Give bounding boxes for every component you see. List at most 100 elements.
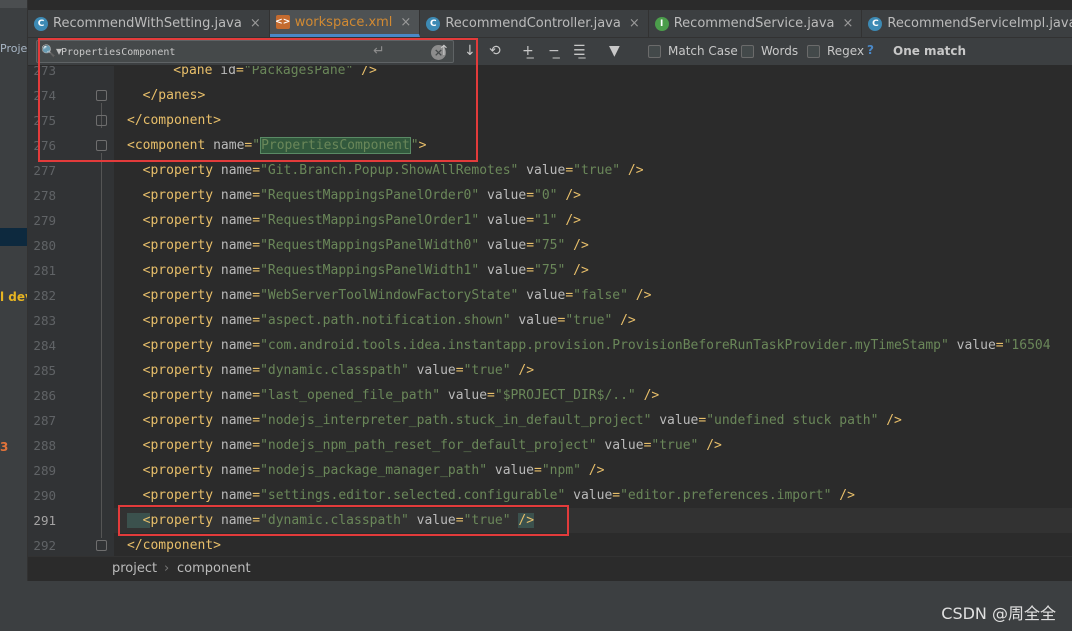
code-token: "false" <box>573 288 628 303</box>
code-line[interactable]: <component name="PropertiesComponent"> <box>127 133 426 158</box>
line-number[interactable]: 291 <box>28 508 56 533</box>
code-line[interactable]: </panes> <box>127 83 206 108</box>
code-token: = <box>252 238 261 253</box>
next-occurrence-icon[interactable]: ↓ <box>464 42 476 60</box>
match-case-label[interactable]: Match Case <box>668 44 738 58</box>
code-token: "editor.preferences.import" <box>620 488 832 503</box>
code-line[interactable]: <property name="dynamic.classpath" value… <box>127 508 535 533</box>
line-number[interactable]: 286 <box>28 383 56 408</box>
code-line[interactable]: <property name="nodejs_npm_path_reset_fo… <box>127 433 722 458</box>
line-number[interactable]: 287 <box>28 408 56 433</box>
match-case-checkbox[interactable] <box>648 45 661 58</box>
fold-marker-icon[interactable] <box>96 115 107 126</box>
line-number[interactable]: 283 <box>28 308 56 333</box>
search-input[interactable] <box>61 44 351 60</box>
tab-recommendserviceimpl-java[interactable]: CRecommendServiceImpl.java× <box>862 10 1072 37</box>
regex-label[interactable]: Regex <box>827 44 864 58</box>
words-label[interactable]: Words <box>761 44 798 58</box>
close-tab-icon[interactable]: × <box>400 15 411 30</box>
line-number[interactable]: 282 <box>28 283 56 308</box>
breadcrumb-project[interactable]: project <box>112 561 157 576</box>
code-token: /> <box>518 513 535 528</box>
code-token: = <box>252 163 261 178</box>
line-number[interactable]: 289 <box>28 458 56 483</box>
add-occurrence-icon[interactable]: +̲ <box>522 42 534 60</box>
code-token: name <box>220 288 253 303</box>
code-token: "true" <box>573 163 621 178</box>
line-number[interactable]: 290 <box>28 483 56 508</box>
line-number[interactable]: 274 <box>28 83 56 108</box>
code-line[interactable]: </component> <box>127 108 221 133</box>
code-line[interactable]: <pane id="PackagesPane" /> <box>142 66 377 83</box>
code-line[interactable]: <property name="nodejs_interpreter_path.… <box>127 408 902 433</box>
code-line[interactable]: </component> <box>127 533 221 556</box>
line-number[interactable]: 284 <box>28 333 56 358</box>
line-number[interactable]: 288 <box>28 433 56 458</box>
fold-marker-icon[interactable] <box>96 140 107 151</box>
tree-item-dev[interactable]: l dev <box>0 290 27 304</box>
line-number[interactable]: 278 <box>28 183 56 208</box>
remove-occurrence-icon[interactable]: −̲ <box>548 42 560 60</box>
code-editor[interactable]: <pane id="PackagesPane" /> </panes> </com… <box>114 66 1072 556</box>
close-tab-icon[interactable]: × <box>250 16 261 31</box>
close-tab-icon[interactable]: × <box>843 16 854 31</box>
code-token: name <box>220 363 253 378</box>
code-token: = <box>252 463 261 478</box>
regex-checkbox[interactable] <box>807 45 820 58</box>
code-line[interactable]: <property name="settings.editor.selected… <box>127 483 855 508</box>
project-panel-strip[interactable]: Projects l dev 3 <box>0 0 28 631</box>
line-number[interactable]: 277 <box>28 158 56 183</box>
tab-recommendservice-java[interactable]: I RecommendService.java × <box>649 10 863 37</box>
line-number[interactable]: 280 <box>28 233 56 258</box>
code-line[interactable]: <property name="RequestMappingsPanelWidt… <box>127 258 589 283</box>
code-line[interactable]: <property name="nodejs_package_manager_p… <box>127 458 605 483</box>
filter-icon[interactable]: ▼ <box>609 42 620 60</box>
find-in-window-icon[interactable]: ⟲ <box>489 42 501 60</box>
breadcrumb-component[interactable]: component <box>177 561 251 576</box>
fold-marker-icon[interactable] <box>96 90 107 101</box>
selected-tree-row[interactable] <box>0 228 27 246</box>
close-tab-icon[interactable]: × <box>629 16 640 31</box>
code-token: = <box>995 338 1004 353</box>
code-line[interactable]: <property name="aspect.path.notification… <box>127 308 636 333</box>
code-token: "PackagesPane" <box>243 66 354 78</box>
line-number[interactable]: 285 <box>28 358 56 383</box>
code-token: /> <box>557 188 581 203</box>
previous-occurrence-icon[interactable]: ↑ <box>438 42 450 60</box>
tab-recommendcontroller-java[interactable]: C RecommendController.java × <box>420 10 649 37</box>
line-number[interactable]: 279 <box>28 208 56 233</box>
code-line[interactable]: <property name="last_opened_file_path" v… <box>127 383 660 408</box>
line-number[interactable]: 273 <box>28 66 56 83</box>
code-line[interactable]: <property name="WebServerToolWindowFacto… <box>127 283 652 308</box>
code-line[interactable]: <property name="Git.Branch.Popup.ShowAll… <box>127 158 644 183</box>
search-box[interactable]: 🔍▾ ↵ × <box>36 40 454 63</box>
code-line[interactable]: <property name="RequestMappingsPanelOrde… <box>127 183 581 208</box>
code-token: property <box>150 513 221 528</box>
line-number-gutter[interactable]: 273 274 275 276 277 278 279 280 281 282 283 284 285 2… <box>28 66 114 556</box>
line-number[interactable]: 281 <box>28 258 56 283</box>
line-number[interactable]: 275 <box>28 108 56 133</box>
tab-label: RecommendWithSetting.java <box>53 16 242 31</box>
code-token: = <box>252 313 261 328</box>
words-checkbox[interactable] <box>741 45 754 58</box>
search-history-icon[interactable]: 🔍▾ <box>41 44 62 58</box>
select-all-occurrences-icon[interactable]: ☰̲ <box>573 42 586 60</box>
line-number[interactable]: 292 <box>28 533 56 556</box>
status-bar: CSDN @周全全 <box>0 581 1072 631</box>
fold-marker-icon[interactable] <box>96 540 107 551</box>
code-token: value <box>518 163 566 178</box>
code-token: <property <box>127 313 221 328</box>
tab-recommendwithsetting-java[interactable]: C RecommendWithSetting.java × <box>28 10 270 37</box>
search-match-highlight: PropertiesComponent <box>260 137 411 154</box>
code-line[interactable]: <property name="RequestMappingsPanelOrde… <box>127 208 581 233</box>
code-token: " <box>410 138 419 153</box>
line-number[interactable]: 276 <box>28 133 56 158</box>
code-token: value <box>440 388 488 403</box>
code-line[interactable]: <property name="dynamic.classpath" value… <box>127 358 534 383</box>
new-line-icon[interactable]: ↵ <box>373 43 385 59</box>
code-line[interactable]: <property name="com.android.tools.idea.i… <box>127 333 1051 358</box>
regex-help-link[interactable]: ? <box>867 43 874 57</box>
projects-label[interactable]: Projects <box>0 42 27 55</box>
tab-workspace-xml[interactable]: <> workspace.xml × <box>269 10 421 37</box>
code-line[interactable]: <property name="RequestMappingsPanelWidt… <box>127 233 589 258</box>
